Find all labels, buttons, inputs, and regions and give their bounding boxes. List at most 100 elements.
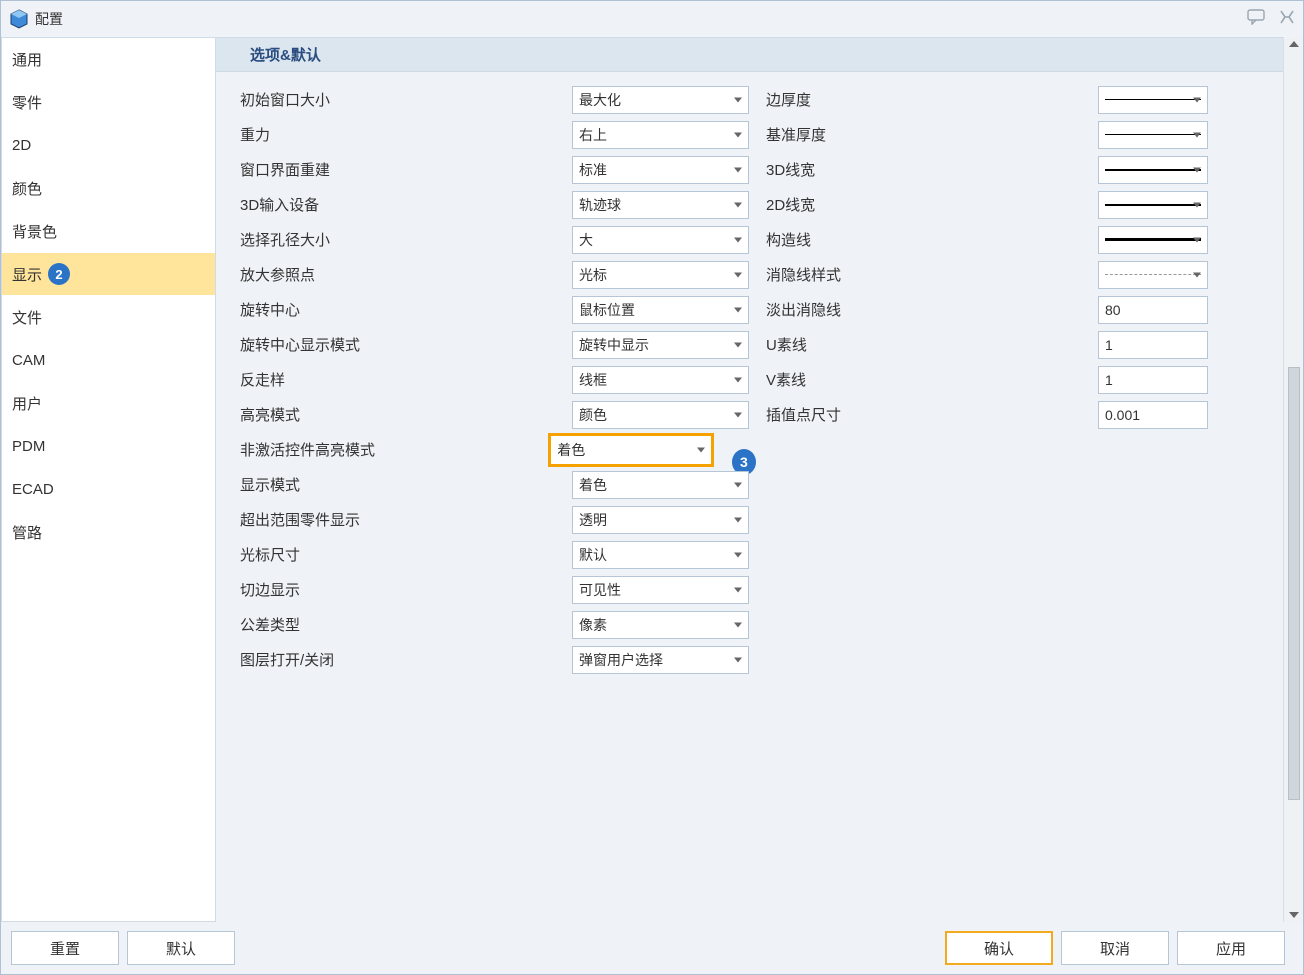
chevron-down-icon: [734, 377, 742, 382]
input-fade-hidden[interactable]: 80: [1098, 296, 1208, 324]
chevron-down-icon: [1193, 97, 1201, 102]
label-tangent-edge: 切边显示: [236, 579, 572, 600]
chevron-down-icon: [734, 552, 742, 557]
label-interp-size: 插值点尺寸: [762, 404, 1098, 425]
label-fade-hidden: 淡出消隐线: [762, 299, 1098, 320]
chevron-down-icon: [734, 272, 742, 277]
select-rotate-center-mode[interactable]: 旋转中显示: [572, 331, 749, 359]
default-button[interactable]: 默认: [127, 931, 235, 965]
line-preview-icon: [1105, 238, 1201, 241]
apply-button[interactable]: 应用: [1177, 931, 1285, 965]
sidebar-item-pdm[interactable]: PDM: [2, 425, 215, 468]
select-window-rebuild[interactable]: 标准: [572, 156, 749, 184]
select-3d-line-width[interactable]: [1098, 156, 1208, 184]
label-gravity: 重力: [236, 124, 572, 145]
select-antialias[interactable]: 线框: [572, 366, 749, 394]
chevron-down-icon: [734, 167, 742, 172]
close-icon[interactable]: [1279, 9, 1295, 28]
scroll-down-icon[interactable]: [1289, 912, 1299, 918]
input-interp-size[interactable]: 0.001: [1098, 401, 1208, 429]
chevron-down-icon: [734, 202, 742, 207]
label-highlight-mode: 高亮模式: [236, 404, 572, 425]
line-preview-icon: [1105, 204, 1201, 206]
select-hidden-style[interactable]: [1098, 261, 1208, 289]
select-layer-toggle[interactable]: 弹窗用户选择: [572, 646, 749, 674]
input-v-lines[interactable]: 1: [1098, 366, 1208, 394]
label-inactive-highlight: 非激活控件高亮模式: [236, 439, 548, 460]
chevron-down-icon: [1193, 272, 1201, 277]
select-rotate-center[interactable]: 鼠标位置: [572, 296, 749, 324]
line-preview-icon: [1105, 134, 1201, 135]
sidebar-item-general[interactable]: 通用: [2, 38, 215, 81]
label-rotate-center-mode: 旋转中心显示模式: [236, 334, 572, 355]
input-u-lines[interactable]: 1: [1098, 331, 1208, 359]
select-tolerance-type[interactable]: 像素: [572, 611, 749, 639]
label-aperture-size: 选择孔径大小: [236, 229, 572, 250]
sidebar-item-user[interactable]: 用户: [2, 382, 215, 425]
label-u-lines: U素线: [762, 334, 1098, 355]
select-zoom-ref[interactable]: 光标: [572, 261, 749, 289]
chevron-down-icon: [734, 657, 742, 662]
select-aperture-size[interactable]: 大: [572, 226, 749, 254]
sidebar-item-cam[interactable]: CAM: [2, 339, 215, 382]
sidebar-item-bgcolor[interactable]: 背景色: [2, 210, 215, 253]
label-2d-line-width: 2D线宽: [762, 194, 1098, 215]
window-title: 配置: [35, 9, 63, 29]
select-cursor-size[interactable]: 默认: [572, 541, 749, 569]
label-zoom-ref: 放大参照点: [236, 264, 572, 285]
chevron-down-icon: [697, 447, 705, 452]
select-gravity[interactable]: 右上: [572, 121, 749, 149]
select-3d-input[interactable]: 轨迹球: [572, 191, 749, 219]
select-initial-window-size[interactable]: 最大化: [572, 86, 749, 114]
chevron-down-icon: [734, 412, 742, 417]
select-datum-thickness[interactable]: [1098, 121, 1208, 149]
scroll-track[interactable]: [1288, 47, 1300, 912]
label-edge-thickness: 边厚度: [762, 89, 1098, 110]
label-layer-toggle: 图层打开/关闭: [236, 649, 572, 670]
sidebar-item-color[interactable]: 颜色: [2, 167, 215, 210]
chevron-down-icon: [1193, 202, 1201, 207]
chevron-down-icon: [734, 482, 742, 487]
section-header: 选项&默认: [216, 37, 1283, 72]
sidebar-item-display[interactable]: 显示 2: [2, 253, 215, 296]
sidebar: 通用 零件 2D 颜色 背景色 显示 2 文件 CAM 用户 PDM ECAD …: [1, 37, 216, 922]
sidebar-item-file[interactable]: 文件: [2, 296, 215, 339]
select-out-of-range[interactable]: 透明: [572, 506, 749, 534]
vertical-scrollbar[interactable]: [1283, 37, 1303, 922]
select-display-mode[interactable]: 着色: [572, 471, 749, 499]
chevron-down-icon: [1193, 167, 1201, 172]
sidebar-item-pipe[interactable]: 管路: [2, 511, 215, 554]
label-3d-line-width: 3D线宽: [762, 159, 1098, 180]
line-preview-icon: [1105, 99, 1201, 100]
select-construct-line[interactable]: [1098, 226, 1208, 254]
titlebar: 配置: [1, 1, 1303, 36]
label-antialias: 反走样: [236, 369, 572, 390]
select-edge-thickness[interactable]: [1098, 86, 1208, 114]
label-display-mode: 显示模式: [236, 474, 572, 495]
select-2d-line-width[interactable]: [1098, 191, 1208, 219]
line-preview-icon: [1105, 274, 1201, 275]
sidebar-item-ecad[interactable]: ECAD: [2, 468, 215, 511]
scroll-thumb[interactable]: [1288, 367, 1300, 800]
chevron-down-icon: [734, 622, 742, 627]
label-tolerance-type: 公差类型: [236, 614, 572, 635]
sidebar-item-part[interactable]: 零件: [2, 81, 215, 124]
cancel-button[interactable]: 取消: [1061, 931, 1169, 965]
label-window-rebuild: 窗口界面重建: [236, 159, 572, 180]
chevron-down-icon: [734, 517, 742, 522]
ok-button[interactable]: 确认: [945, 931, 1053, 965]
label-rotate-center: 旋转中心: [236, 299, 572, 320]
label-3d-input: 3D输入设备: [236, 194, 572, 215]
sidebar-item-2d[interactable]: 2D: [2, 124, 215, 167]
select-highlight-mode[interactable]: 颜色: [572, 401, 749, 429]
speech-bubble-icon[interactable]: [1247, 9, 1265, 28]
app-icon: [9, 9, 29, 29]
select-inactive-highlight[interactable]: 着色: [548, 433, 714, 467]
label-out-of-range: 超出范围零件显示: [236, 509, 572, 530]
chevron-down-icon: [1193, 132, 1201, 137]
reset-button[interactable]: 重置: [11, 931, 119, 965]
label-construct-line: 构造线: [762, 229, 1098, 250]
select-tangent-edge[interactable]: 可见性: [572, 576, 749, 604]
footer: 重置 默认 确认 取消 应用: [1, 922, 1303, 974]
label-hidden-style: 消隐线样式: [762, 264, 1098, 285]
